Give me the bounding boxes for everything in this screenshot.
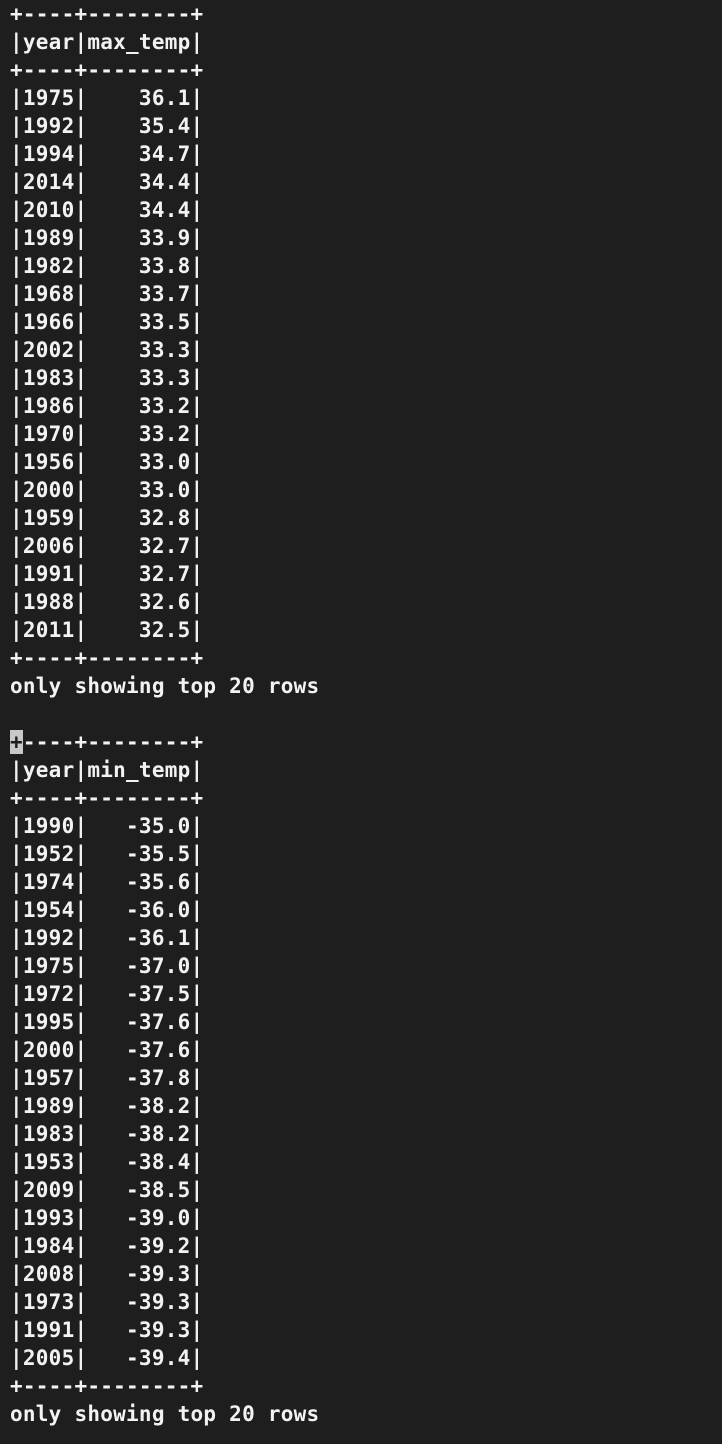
table-border-top: +----+--------+ [10,730,204,754]
table-row: |1988| 32.6| [10,590,204,614]
table-row: |2010| 34.4| [10,198,204,222]
table-row: |1968| 33.7| [10,282,204,306]
table-row: |1975| -37.0| [10,954,204,978]
table-row: |1966| 33.5| [10,310,204,334]
table-row: |1983| -38.2| [10,1122,204,1146]
table-row: |1992| -36.1| [10,926,204,950]
table-row: |1984| -39.2| [10,1234,204,1258]
table-header: |year|min_temp| [10,758,204,782]
table-row: |1991| 32.7| [10,562,204,586]
table-border-header: +----+--------+ [10,786,204,810]
table-row: |1995| -37.6| [10,1010,204,1034]
table-row: |1957| -37.8| [10,1066,204,1090]
table-border-header: +----+--------+ [10,58,204,82]
table-row: |1975| 36.1| [10,86,204,110]
table-row: |1954| -36.0| [10,898,204,922]
table-row: |1959| 32.8| [10,506,204,530]
table-header: |year|max_temp| [10,30,204,54]
table-border-top: +----+--------+ [10,2,204,26]
table-row: |1986| 33.2| [10,394,204,418]
table-row: |1953| -38.4| [10,1150,204,1174]
table-body: |1990| -35.0| |1952| -35.5| |1974| -35.6| |… [10,812,716,1372]
table-min-temp: +----+--------+ |year|min_temp| +----+--… [10,728,716,1428]
table-body: |1975| 36.1| |1992| 35.4| |1994| 34.7| |201… [10,84,716,644]
table-row: |1989| -38.2| [10,1094,204,1118]
table-row: |1983| 33.3| [10,366,204,390]
table-row: |2005| -39.4| [10,1346,204,1370]
table-row: |1992| 35.4| [10,114,204,138]
table-row: |2008| -39.3| [10,1262,204,1286]
table-row: |1956| 33.0| [10,450,204,474]
table-row: |1952| -35.5| [10,842,204,866]
table-row: |1991| -39.3| [10,1318,204,1342]
table-row: |1982| 33.8| [10,254,204,278]
table-footer-text: only showing top 20 rows [10,674,320,698]
table-row: |2011| 32.5| [10,618,204,642]
table-row: |1974| -35.6| [10,870,204,894]
table-row: |1994| 34.7| [10,142,204,166]
table-row: |1970| 33.2| [10,422,204,446]
table-row: |2006| 32.7| [10,534,204,558]
table-border-bottom: +----+--------+ [10,1374,204,1398]
table-row: |2014| 34.4| [10,170,204,194]
table-row: |1993| -39.0| [10,1206,204,1230]
table-row: |1989| 33.9| [10,226,204,250]
table-footer-text: only showing top 20 rows [10,1402,320,1426]
table-row: |1990| -35.0| [10,814,204,838]
table-row: |2009| -38.5| [10,1178,204,1202]
table-row: |2002| 33.3| [10,338,204,362]
table-max-temp: +----+--------+ |year|max_temp| +----+--… [10,0,716,700]
table-border-bottom: +----+--------+ [10,646,204,670]
terminal-cursor: + [10,730,23,754]
table-row: |1973| -39.3| [10,1290,204,1314]
table-row: |1972| -37.5| [10,982,204,1006]
terminal-output[interactable]: +----+--------+ |year|max_temp| +----+--… [10,0,716,1428]
table-row: |2000| -37.6| [10,1038,204,1062]
table-row: |2000| 33.0| [10,478,204,502]
